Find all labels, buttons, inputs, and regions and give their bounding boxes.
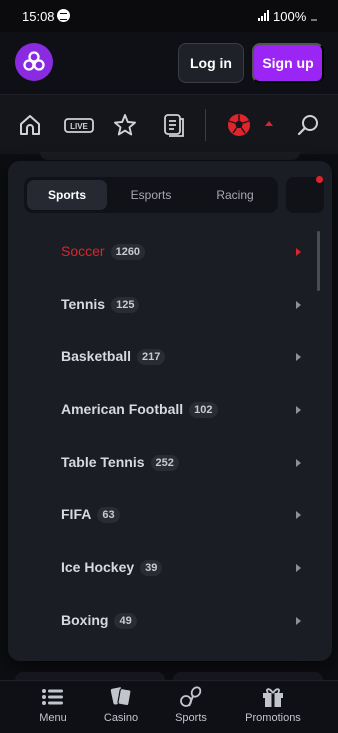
header: Log in Sign up (0, 32, 338, 94)
sport-name: FIFA 63 (61, 506, 120, 523)
sport-name: Boxing 49 (61, 612, 137, 629)
bottom-nav-promotions[interactable]: Promotions (233, 685, 313, 731)
logo-knot-icon (23, 51, 45, 71)
chevron-right-icon (296, 459, 301, 467)
notification-dot (316, 176, 323, 183)
nav-divider (205, 109, 206, 141)
scrollbar[interactable] (317, 231, 320, 291)
sports-icon (180, 686, 202, 707)
betslip-icon[interactable] (160, 111, 188, 139)
sport-count: 125 (111, 297, 140, 313)
star-icon[interactable] (111, 111, 139, 139)
sport-name: Table Tennis 252 (61, 454, 179, 471)
status-time: 15:08 (22, 9, 55, 24)
sport-count: 39 (140, 560, 163, 576)
battery-text: 100% (273, 9, 307, 24)
chevron-right-icon (296, 248, 301, 256)
tab-sports[interactable]: Sports (27, 180, 107, 210)
list-item-fifa[interactable]: FIFA 63 (8, 489, 318, 542)
bottom-nav-label: Promotions (245, 712, 301, 724)
chevron-right-icon (296, 564, 301, 572)
bottom-nav-sports[interactable]: Sports (151, 685, 231, 731)
sport-name: Basketball 217 (61, 348, 166, 365)
brand-logo[interactable] (15, 43, 53, 81)
spotify-icon (57, 9, 70, 22)
cards-icon (110, 687, 132, 707)
tab-racing[interactable]: Racing (195, 180, 275, 210)
search-icon[interactable] (295, 111, 323, 139)
chevron-up-icon[interactable] (265, 121, 273, 126)
menu-icon (42, 689, 63, 705)
chevron-right-icon (296, 353, 301, 361)
chevron-right-icon (296, 301, 301, 309)
list-item-american-football[interactable]: American Football 102 (8, 384, 318, 437)
bottom-nav: Menu Casino Sports Promotions (0, 680, 338, 733)
sport-count: 1260 (110, 244, 146, 260)
backdrop-strip (15, 672, 165, 680)
chevron-right-icon (296, 617, 301, 625)
list-item-soccer[interactable]: Soccer 1260 (8, 226, 318, 279)
sport-name: Soccer 1260 (61, 243, 146, 260)
bottom-nav-label: Casino (103, 712, 139, 724)
soccer-ball-icon[interactable] (225, 111, 253, 139)
battery-icon (311, 13, 317, 21)
bottom-nav-casino[interactable]: Casino (81, 685, 161, 731)
list-item-basketball[interactable]: Basketball 217 (8, 331, 318, 384)
svg-text:LIVE: LIVE (70, 122, 88, 131)
status-bar: 15:08 100% (0, 0, 338, 32)
sport-count: 217 (137, 349, 166, 365)
home-icon[interactable] (16, 111, 44, 139)
sports-dropdown-panel: Sports Esports Racing Soccer 1260 Tennis 1… (8, 161, 332, 661)
sport-name: Tennis 125 (61, 296, 140, 313)
sport-name: American Football 102 (61, 401, 218, 418)
sport-count: 63 (97, 507, 120, 523)
chevron-right-icon (296, 511, 301, 519)
list-item-boxing[interactable]: Boxing 49 (8, 595, 318, 648)
category-tabs: Sports Esports Racing (24, 177, 278, 213)
sport-count: 102 (189, 402, 218, 418)
gift-icon (263, 688, 283, 707)
list-item-ice-hockey[interactable]: Ice Hockey 39 (8, 542, 318, 595)
backdrop-strip (40, 152, 300, 160)
signup-button[interactable]: Sign up (252, 43, 324, 83)
bottom-nav-label: Sports (175, 712, 207, 724)
chevron-right-icon (296, 406, 301, 414)
live-icon[interactable]: LIVE (63, 111, 95, 139)
list-item-table-tennis[interactable]: Table Tennis 252 (8, 437, 318, 490)
top-nav: LIVE (0, 94, 338, 154)
tab-esports[interactable]: Esports (111, 180, 191, 210)
list-item-tennis[interactable]: Tennis 125 (8, 279, 318, 332)
signal-icon (258, 10, 272, 21)
sport-count: 252 (150, 455, 179, 471)
login-button[interactable]: Log in (178, 43, 244, 83)
sport-count: 49 (114, 613, 137, 629)
backdrop-strip (173, 672, 323, 680)
sport-name: Ice Hockey 39 (61, 559, 163, 576)
